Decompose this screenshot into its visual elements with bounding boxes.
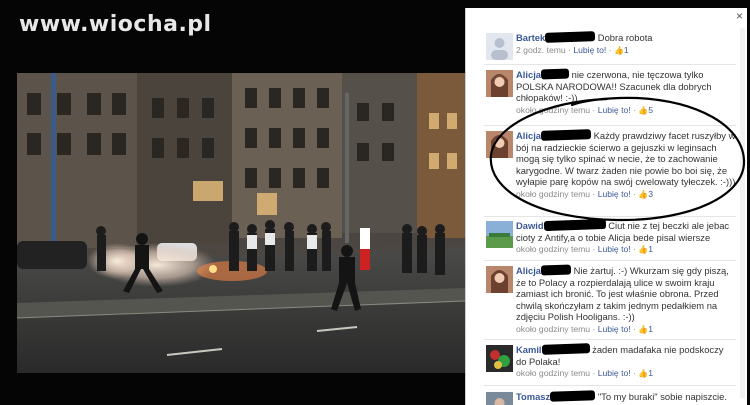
comment-item: Alicja Nie żartuj. :-) Wkurzam się gdy p… — [466, 264, 736, 335]
avatar[interactable] — [486, 33, 513, 60]
comment-time: około godziny temu — [516, 323, 591, 334]
comment-item: Kamil żaden madafaka nie podskoczy do Po… — [466, 343, 736, 380]
avatar[interactable] — [486, 345, 513, 372]
thumbs-up-icon: 👍 — [638, 324, 649, 334]
watermark-logo: www.wiocha.pl — [19, 12, 212, 37]
commenter-name[interactable]: Alicja — [516, 265, 541, 276]
like-count[interactable]: 1 — [648, 368, 653, 378]
comment-meta: około godziny temu · Lubię to! · 👍1 — [516, 244, 654, 254]
comment-time: około godziny temu — [516, 368, 591, 378]
commenter-name[interactable]: Kamil — [516, 344, 542, 355]
like-link[interactable]: Lubię to! — [598, 244, 631, 254]
like-count[interactable]: 1 — [624, 45, 629, 55]
comment-meta: 2 godz. temu · Lubię to! · 👍1 — [516, 44, 629, 55]
avatar[interactable] — [486, 221, 513, 248]
comment-time: około godziny temu — [516, 244, 591, 254]
comment-time: 2 godz. temu — [516, 44, 566, 55]
highlight-circle — [489, 96, 746, 222]
commenter-name[interactable]: Alicja — [516, 69, 541, 80]
commenter-name[interactable]: Bartek — [516, 32, 545, 43]
comment-item: Dawid Ciut nie z tej beczki ale jebac ci… — [466, 218, 736, 256]
like-link[interactable]: Lubię to! — [573, 45, 606, 55]
thumbs-up-icon: 👍 — [638, 245, 649, 254]
divider — [484, 385, 736, 386]
avatar[interactable] — [486, 70, 513, 97]
comment-meta: około godziny temu · Lubię to! · 👍1 — [516, 368, 654, 378]
redaction-bar — [540, 68, 570, 80]
like-link[interactable]: Lubię to! — [598, 368, 631, 378]
redaction-bar — [545, 31, 596, 43]
redaction-bar — [540, 264, 572, 276]
comment-text: "To my buraki" sobie napiszcie. — [597, 391, 727, 402]
like-link[interactable]: Lubię to! — [598, 324, 631, 334]
comment-item: Bartek Dobra robota 2 godz. temu · Lubię… — [466, 31, 736, 60]
comment-item: Tomasz "To my buraki" sobie napiszcie. — [466, 390, 736, 405]
like-count[interactable]: 1 — [648, 244, 653, 254]
comment-text: Dobra robota — [597, 32, 653, 43]
close-icon[interactable]: × — [736, 10, 743, 22]
commenter-name[interactable]: Tomasz — [516, 391, 550, 402]
comment-meta: około godziny temu · Lubię to! · 👍1 — [516, 323, 654, 334]
like-count[interactable]: 1 — [648, 324, 653, 334]
thumbs-up-icon: 👍 — [638, 369, 649, 378]
redaction-bar — [541, 343, 590, 355]
avatar[interactable] — [486, 266, 513, 293]
street-riot-photo — [17, 73, 465, 373]
divider — [484, 64, 736, 65]
divider — [484, 339, 736, 340]
divider — [484, 260, 736, 261]
thumbs-up-icon: 👍 — [613, 45, 624, 55]
redaction-bar — [550, 390, 596, 402]
avatar[interactable] — [486, 392, 513, 405]
